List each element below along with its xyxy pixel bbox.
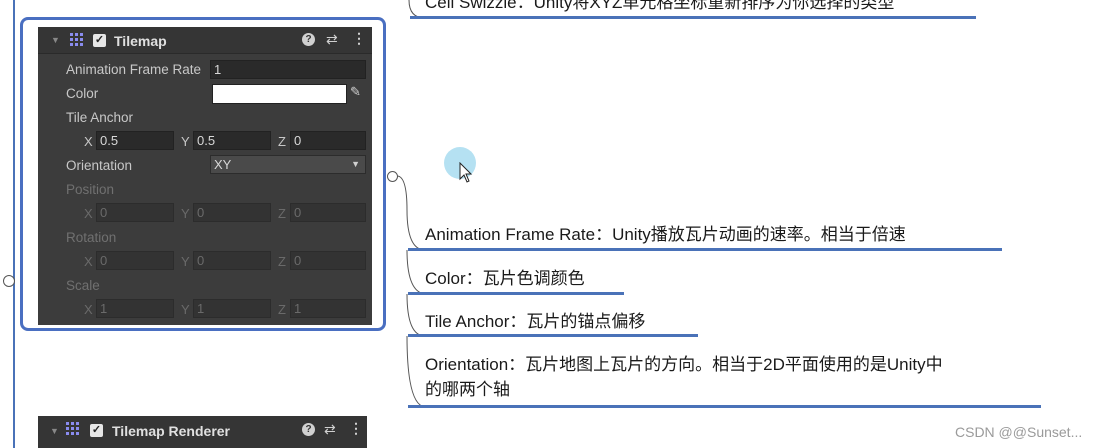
tile-anchor-x-label: X bbox=[84, 134, 93, 149]
foldout-arrow-icon[interactable]: ▼ bbox=[51, 35, 60, 45]
tile-anchor-y-field[interactable]: 0.5 bbox=[193, 131, 271, 150]
connector-left-vertical bbox=[13, 0, 15, 448]
rotation-x-label: X bbox=[84, 254, 93, 269]
note-cell-swizzle: Cell Swizzle：Unity将XYZ单元格坐标重新排序为你选择的类型 bbox=[425, 0, 895, 12]
mouse-cursor-icon bbox=[459, 162, 473, 183]
note-tile-anchor-underline bbox=[408, 334, 698, 337]
more-options-icon[interactable]: ⋮ bbox=[352, 30, 366, 47]
tilemap-renderer-header[interactable]: ▼ ✓ Tilemap Renderer ? ⇄ ⋮ bbox=[38, 416, 367, 448]
tilemap-inspector: ▼ ✓ Tilemap ? ⇄ ⋮ Animation Frame Rate 1… bbox=[38, 27, 372, 325]
rotation-y-field: 0 bbox=[193, 251, 271, 270]
scale-x-label: X bbox=[84, 302, 93, 317]
connector-curves bbox=[396, 0, 425, 408]
tile-anchor-z-label: Z bbox=[278, 134, 286, 149]
scale-z-field: 1 bbox=[290, 299, 366, 318]
renderer-preset-icon[interactable]: ⇄ bbox=[324, 421, 336, 438]
scale-y-field: 1 bbox=[193, 299, 271, 318]
position-label: Position bbox=[66, 182, 115, 197]
dropdown-arrow-icon: ▼ bbox=[351, 159, 360, 169]
renderer-grid-icon bbox=[66, 422, 79, 435]
help-icon[interactable]: ? bbox=[302, 33, 315, 46]
orientation-value: XY bbox=[214, 157, 232, 172]
orientation-label: Orientation bbox=[66, 158, 133, 173]
color-swatch[interactable] bbox=[212, 84, 347, 104]
tile-anchor-label: Tile Anchor bbox=[66, 110, 134, 125]
color-label: Color bbox=[66, 86, 99, 101]
note-orientation-line1: Orientation：瓦片地图上瓦片的方向。相当于2D平面使用的是Unity中 bbox=[425, 355, 943, 374]
rotation-y-label: Y bbox=[181, 254, 190, 269]
connector-curve-color bbox=[406, 249, 425, 295]
rotation-z-label: Z bbox=[278, 254, 286, 269]
connector-curve-orientation bbox=[406, 335, 425, 408]
scale-label: Scale bbox=[66, 278, 100, 293]
tile-anchor-y-label: Y bbox=[181, 134, 190, 149]
animation-frame-rate-label: Animation Frame Rate bbox=[66, 62, 202, 77]
orientation-dropdown[interactable]: XY ▼ bbox=[210, 155, 366, 174]
rotation-z-field: 0 bbox=[290, 251, 366, 270]
position-z-field: 0 bbox=[290, 203, 366, 222]
connector-left-node bbox=[3, 275, 15, 287]
renderer-enabled-checkbox[interactable]: ✓ bbox=[90, 424, 103, 437]
position-z-label: Z bbox=[278, 206, 286, 221]
tile-anchor-z-field[interactable]: 0 bbox=[290, 131, 366, 150]
tilemap-header[interactable]: ▼ ✓ Tilemap ? ⇄ ⋮ bbox=[38, 27, 372, 54]
enabled-checkbox[interactable]: ✓ bbox=[93, 34, 106, 47]
renderer-title: Tilemap Renderer bbox=[112, 423, 231, 439]
note-cell-swizzle-underline bbox=[410, 16, 976, 19]
renderer-more-options-icon[interactable]: ⋮ bbox=[349, 420, 363, 437]
component-title: Tilemap bbox=[114, 33, 167, 49]
note-orientation-line2: 的哪两个轴 bbox=[425, 380, 510, 399]
watermark: CSDN @@Sunset... bbox=[955, 424, 1083, 440]
rotation-label: Rotation bbox=[66, 230, 117, 245]
position-y-label: Y bbox=[181, 206, 190, 221]
grid-icon bbox=[70, 33, 83, 46]
note-color-underline bbox=[408, 292, 624, 295]
note-tile-anchor: Tile Anchor：瓦片的锚点偏移 bbox=[425, 312, 646, 331]
note-orientation-underline bbox=[408, 405, 1041, 408]
eyedropper-icon[interactable]: ✎ bbox=[350, 84, 361, 100]
note-animation-frame-rate: Animation Frame Rate：Unity播放瓦片动画的速率。相当于倍… bbox=[425, 225, 906, 244]
animation-frame-rate-field[interactable]: 1 bbox=[210, 60, 366, 79]
connector-curve-animation bbox=[396, 175, 425, 251]
connector-curve-anchor bbox=[406, 293, 425, 337]
renderer-help-icon[interactable]: ? bbox=[302, 423, 315, 436]
scale-y-label: Y bbox=[181, 302, 190, 317]
renderer-foldout-arrow-icon[interactable]: ▼ bbox=[50, 426, 59, 436]
position-x-field: 0 bbox=[96, 203, 174, 222]
tile-anchor-x-field[interactable]: 0.5 bbox=[96, 131, 174, 150]
rotation-x-field: 0 bbox=[96, 251, 174, 270]
note-color: Color：瓦片色调颜色 bbox=[425, 269, 585, 288]
scale-x-field: 1 bbox=[96, 299, 174, 318]
position-y-field: 0 bbox=[193, 203, 271, 222]
note-animation-frame-rate-underline bbox=[408, 248, 1002, 251]
scale-z-label: Z bbox=[278, 302, 286, 317]
preset-icon[interactable]: ⇄ bbox=[326, 31, 338, 48]
position-x-label: X bbox=[84, 206, 93, 221]
